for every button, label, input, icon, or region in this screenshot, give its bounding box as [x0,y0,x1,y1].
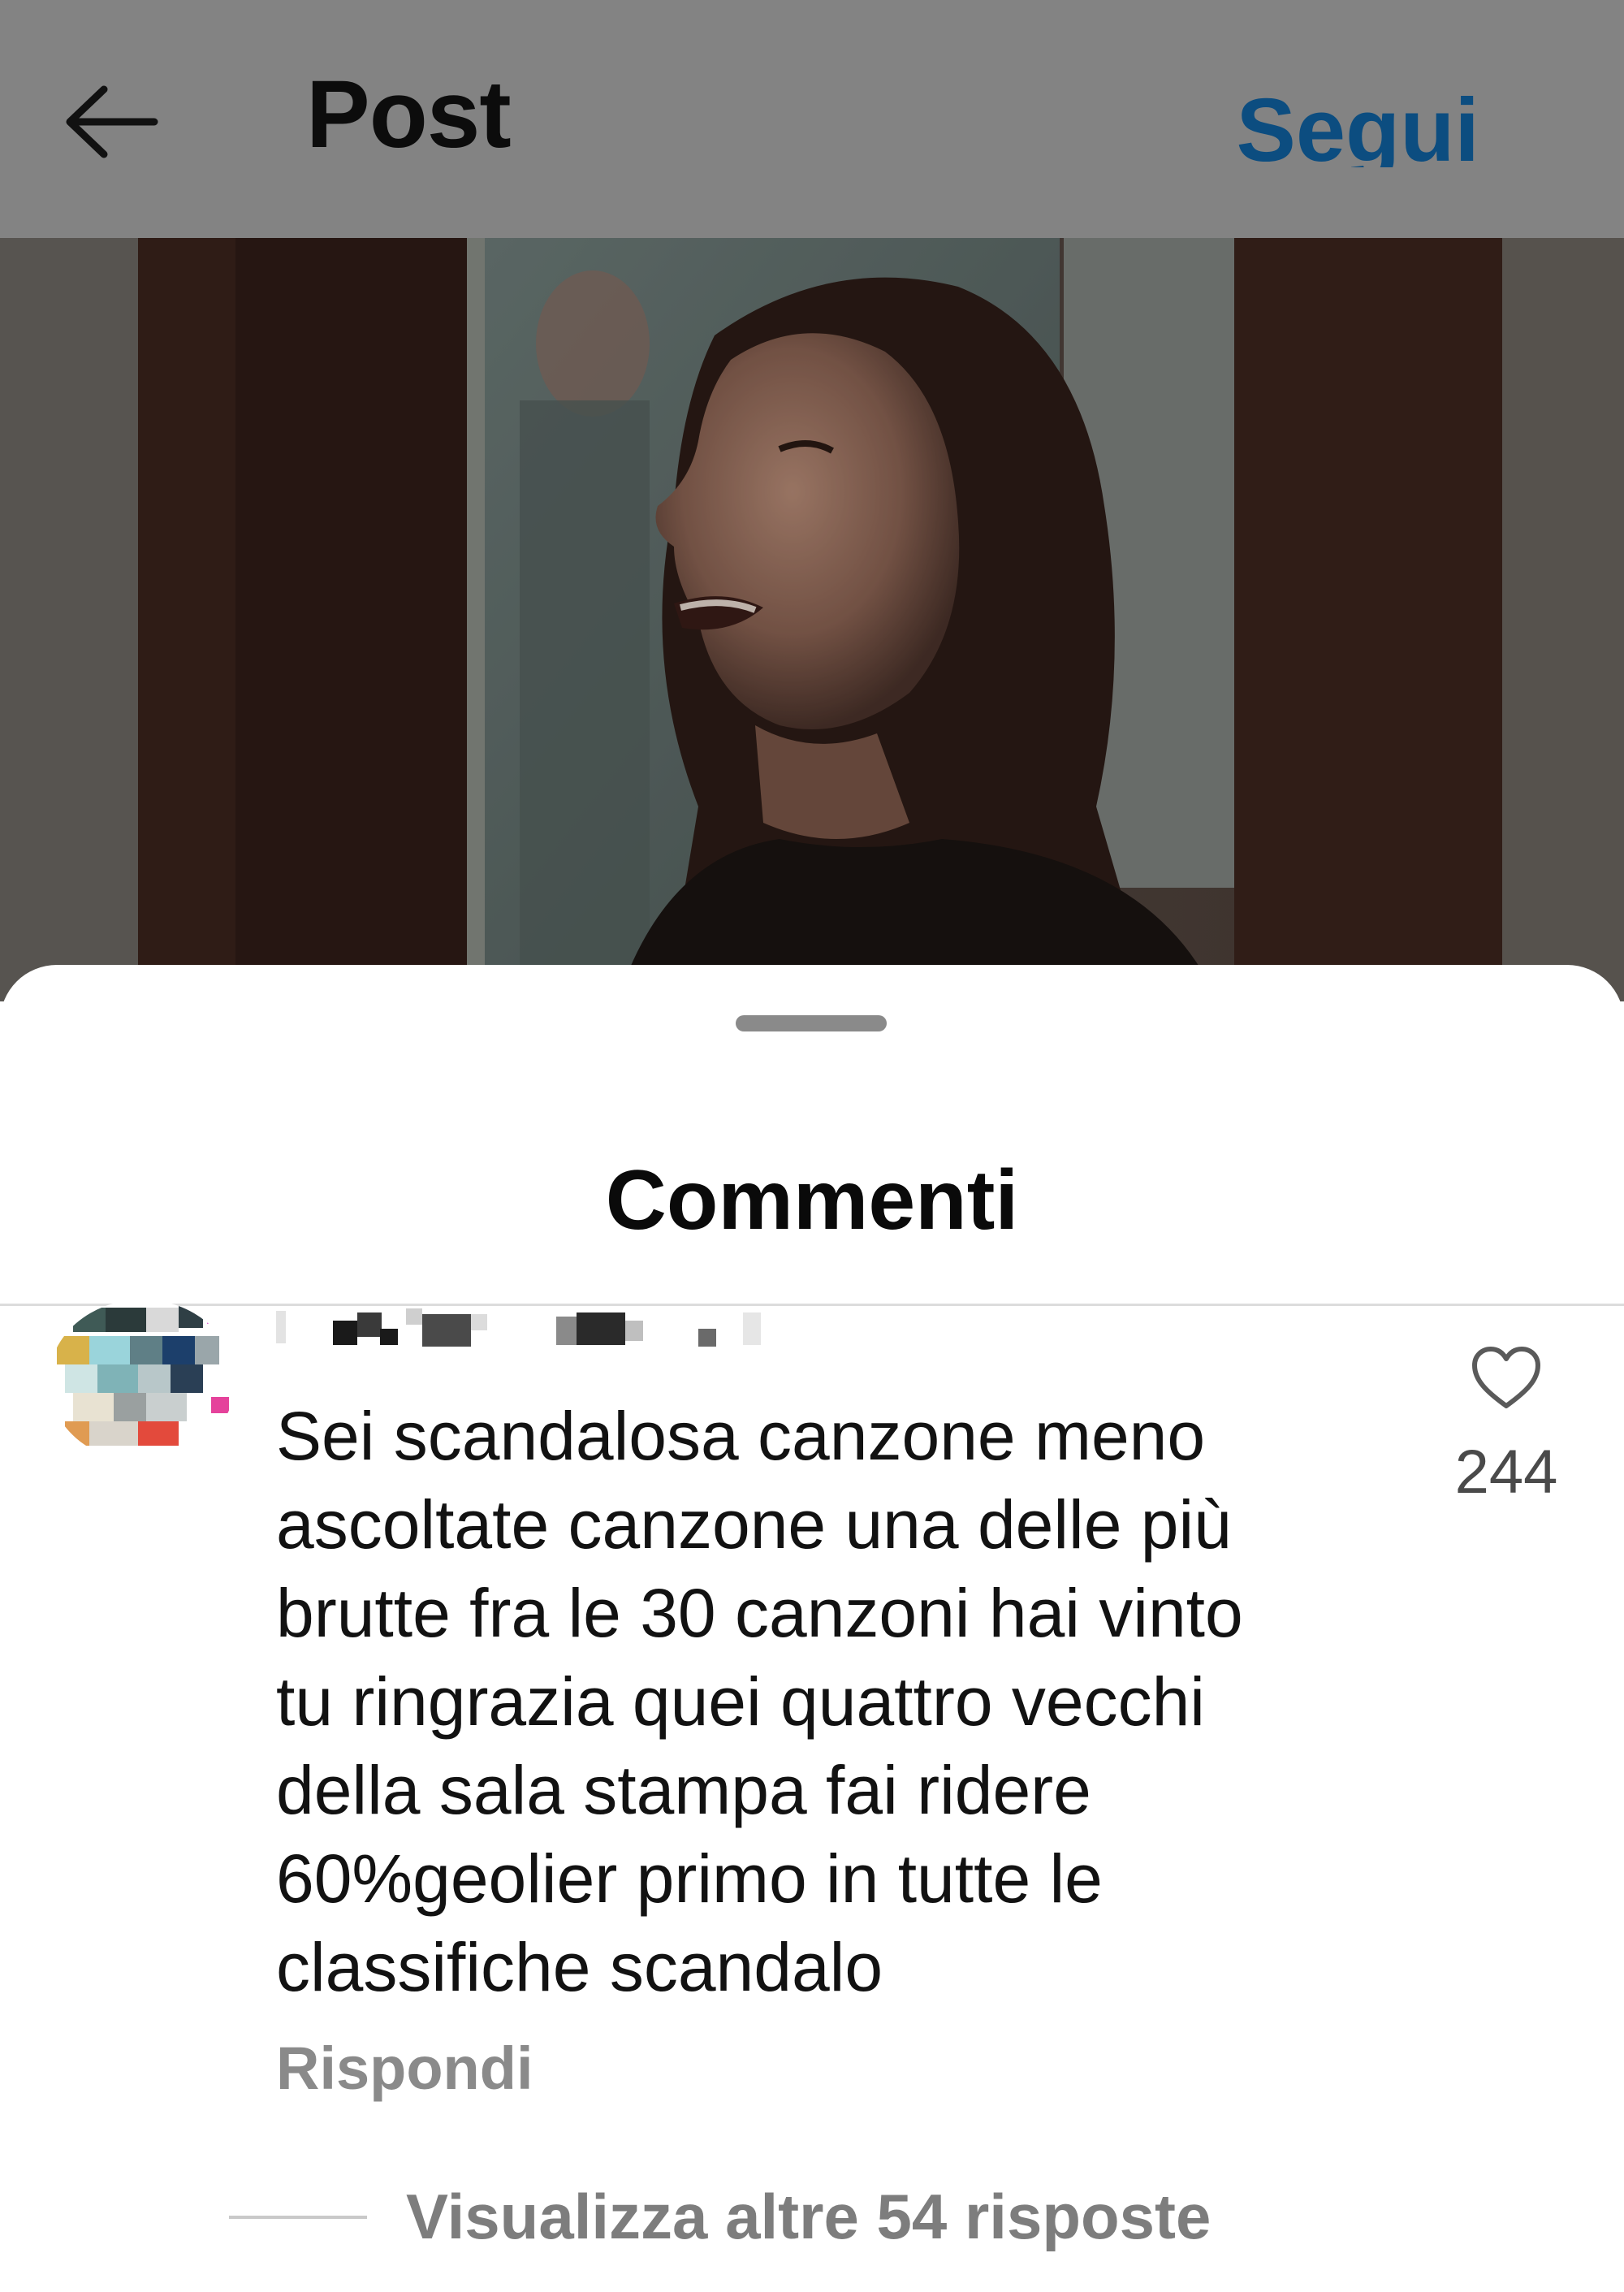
like-button[interactable] [1470,1344,1543,1411]
username-text [276,1304,277,1305]
post-screen: Post Segui Commenti Sei scandalosa canzo… [0,0,1624,2292]
reply-button[interactable]: Rispondi [276,2039,533,2099]
post-image[interactable] [0,238,1624,1001]
heart-outline-icon [1470,1344,1543,1411]
top-bar: Post Segui [0,0,1624,238]
arrow-left-icon [57,85,162,170]
like-count: 244 [1454,1438,1558,1507]
follow-button[interactable]: Segui [1237,86,1480,167]
drag-handle[interactable] [736,1015,887,1031]
comment-body: Sei scandalosa canzone meno ascoltate ca… [276,1398,1243,2005]
page-title: Post [306,61,512,168]
censored-username-mosaic [276,1308,761,1347]
replies-connector-line [229,2216,367,2219]
avatar[interactable] [49,1300,235,1462]
view-more-replies-button[interactable]: Visualizza altre 54 risposte [406,2185,1211,2248]
back-button[interactable] [57,77,179,175]
comment-username[interactable] [276,1304,796,1353]
sheet-title: Commenti [605,1153,1019,1248]
divider [0,1304,1624,1306]
